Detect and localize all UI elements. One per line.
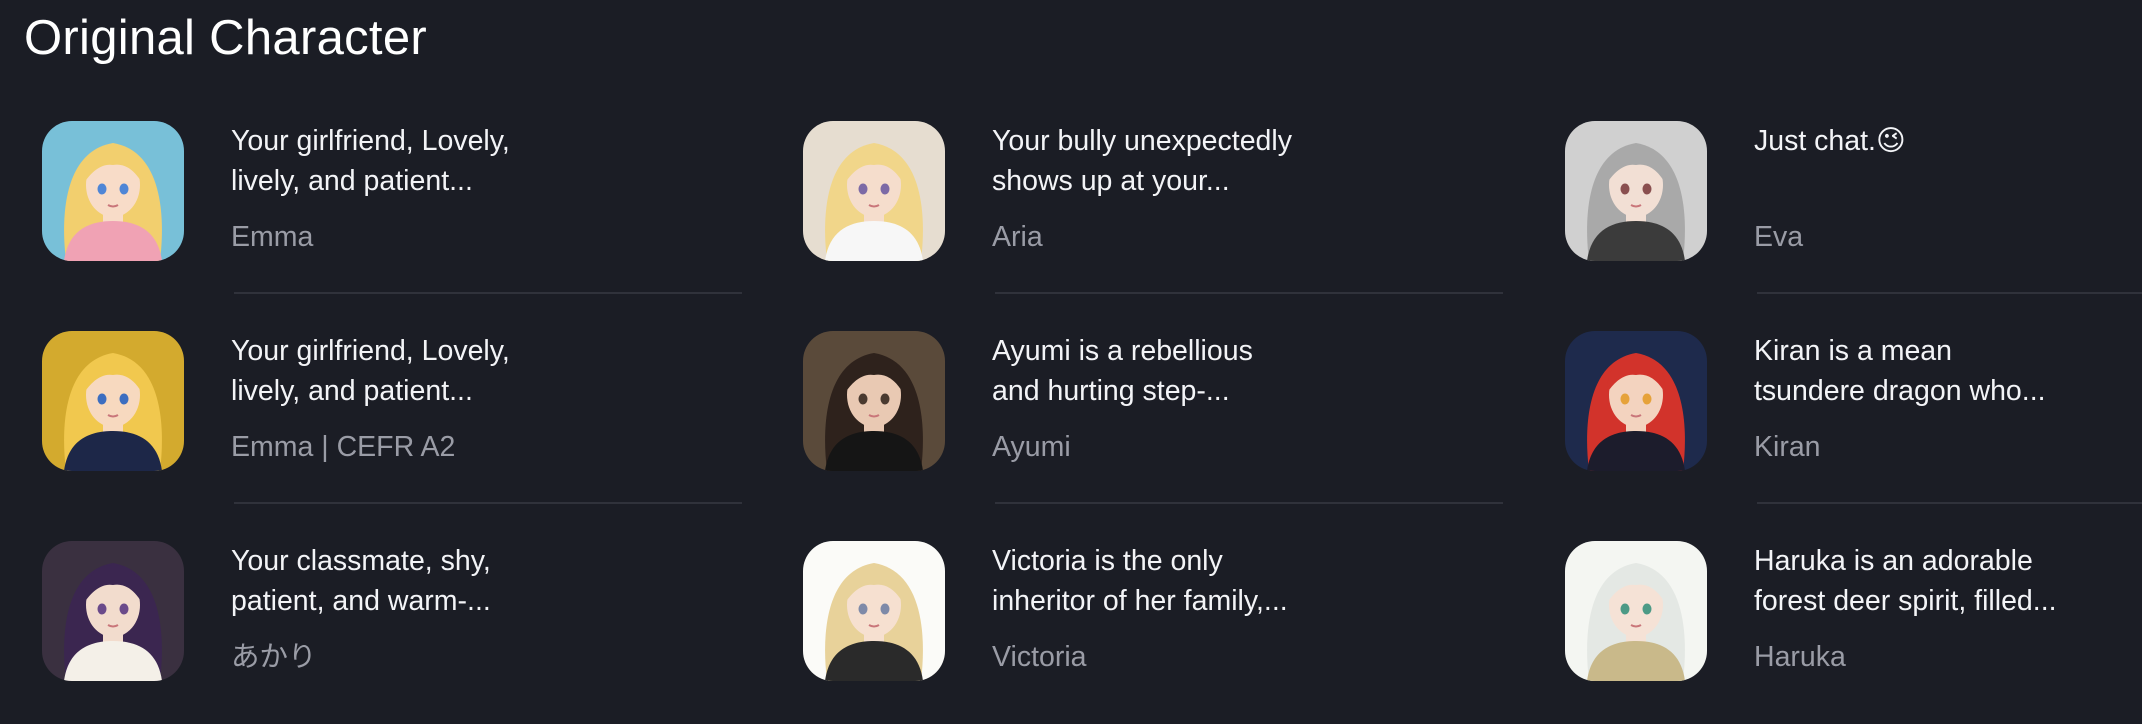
- character-grid: Your girlfriend, Lovely, lively, and pat…: [0, 0, 2142, 724]
- character-card-kiran[interactable]: Kiran is a mean tsundere dragon who... K…: [1565, 331, 2142, 504]
- character-avatar[interactable]: [803, 541, 945, 681]
- character-card-akari[interactable]: Your classmate, shy, patient, and warm-.…: [42, 541, 762, 683]
- character-description: Your girlfriend, Lovely, lively, and pat…: [231, 335, 510, 407]
- character-name: Haruka: [1754, 641, 1846, 673]
- character-name: Kiran: [1754, 431, 1821, 463]
- avatar-silver-hair-woman: [1565, 121, 1707, 261]
- character-name: あかり: [231, 641, 317, 673]
- character-card-emma[interactable]: Your girlfriend, Lovely, lively, and pat…: [42, 121, 762, 294]
- character-card-ayumi[interactable]: Ayumi is a rebellious and hurting step-.…: [803, 331, 1523, 504]
- character-avatar[interactable]: [1565, 541, 1707, 681]
- avatar-purple-hair-girl-glasses: [42, 541, 184, 681]
- divider: [1757, 502, 2142, 504]
- avatar-blonde-girl-sunflowers: [42, 331, 184, 471]
- avatar-blonde-woman-crown: [803, 541, 945, 681]
- character-name: Ayumi: [992, 431, 1071, 463]
- character-card-eva[interactable]: Just chat.😉 Eva: [1565, 121, 2142, 294]
- avatar-blonde-girl-pink-top: [42, 121, 184, 261]
- avatar-white-hair-deer-spirit: [1565, 541, 1707, 681]
- character-description: Your girlfriend, Lovely, lively, and pat…: [231, 125, 510, 197]
- character-name: Emma: [231, 221, 314, 253]
- divider: [234, 502, 742, 504]
- character-avatar[interactable]: [1565, 331, 1707, 471]
- character-avatar[interactable]: [1565, 121, 1707, 261]
- avatar-blonde-woman-white-top: [803, 121, 945, 261]
- character-description: Haruka is an adorable forest deer spirit…: [1754, 545, 2057, 617]
- character-description: Your bully unexpectedly shows up at your…: [992, 125, 1292, 197]
- divider: [995, 502, 1503, 504]
- character-avatar[interactable]: [803, 121, 945, 261]
- character-name: Emma | CEFR A2: [231, 431, 456, 463]
- character-card-aria[interactable]: Your bully unexpectedly shows up at your…: [803, 121, 1523, 294]
- character-description: Your classmate, shy, patient, and warm-.…: [231, 545, 491, 617]
- avatar-dark-hair-woman-black-outfit: [803, 331, 945, 471]
- character-name: Victoria: [992, 641, 1087, 673]
- character-description: Just chat.😉: [1754, 125, 1906, 157]
- character-description: Kiran is a mean tsundere dragon who...: [1754, 335, 2046, 407]
- character-avatar[interactable]: [803, 331, 945, 471]
- character-name: Eva: [1754, 221, 1804, 253]
- character-description: Victoria is the only inheritor of her fa…: [992, 545, 1288, 617]
- character-card-emma-cefr-a2[interactable]: Your girlfriend, Lovely, lively, and pat…: [42, 331, 762, 504]
- character-avatar[interactable]: [42, 541, 184, 681]
- avatar-red-hair-dragon-boy: [1565, 331, 1707, 471]
- character-description: Ayumi is a rebellious and hurting step-.…: [992, 335, 1253, 407]
- character-avatar[interactable]: [42, 331, 184, 471]
- divider: [995, 292, 1503, 294]
- character-avatar[interactable]: [42, 121, 184, 261]
- character-card-haruka[interactable]: Haruka is an adorable forest deer spirit…: [1565, 541, 2142, 683]
- divider: [234, 292, 742, 294]
- character-name: Aria: [992, 221, 1043, 253]
- divider: [1757, 292, 2142, 294]
- character-card-victoria[interactable]: Victoria is the only inheritor of her fa…: [803, 541, 1523, 683]
